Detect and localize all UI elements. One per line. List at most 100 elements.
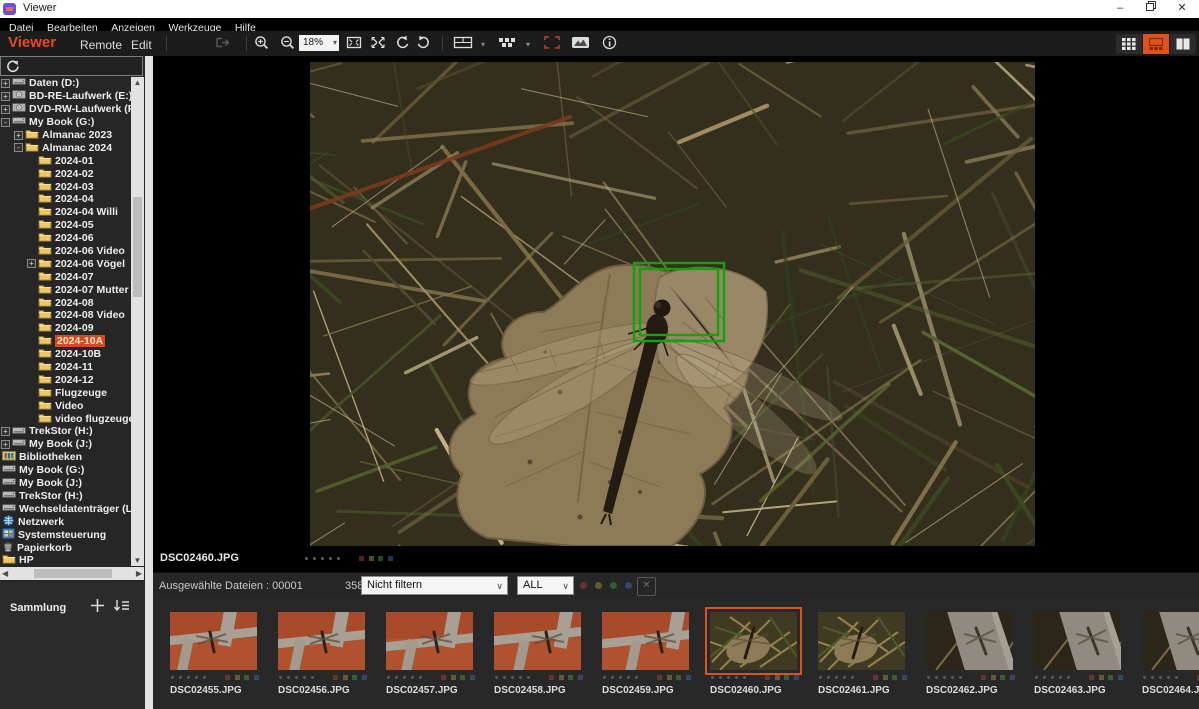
rating-dot[interactable] xyxy=(611,676,614,679)
thumbnail-image[interactable] xyxy=(494,612,581,670)
rating-dot[interactable] xyxy=(1035,676,1038,679)
label-color-tag[interactable] xyxy=(559,675,564,680)
add-collection-button[interactable] xyxy=(90,598,105,618)
label-color-tag[interactable] xyxy=(362,675,367,680)
expander-icon[interactable]: + xyxy=(1,105,10,114)
rating-dot[interactable] xyxy=(187,676,190,679)
label-color-tag[interactable] xyxy=(765,675,770,680)
thumbnail-dsc02455[interactable]: DSC02455.JPG xyxy=(170,598,274,709)
label-color-tag[interactable] xyxy=(1108,675,1113,680)
rating-dot[interactable] xyxy=(727,676,730,679)
thumbnail-dsc02459[interactable]: DSC02459.JPG xyxy=(602,598,706,709)
thumbnail-rating-labels[interactable] xyxy=(1035,675,1127,680)
label-color-tag[interactable] xyxy=(352,675,357,680)
chevron-down-icon[interactable]: ▾ xyxy=(481,40,485,49)
label-color-tag[interactable] xyxy=(794,675,799,680)
rating-dot[interactable] xyxy=(303,676,306,679)
label-color-tag[interactable] xyxy=(1089,675,1094,680)
tree-item-almanac-2023[interactable]: +Almanac 2023 xyxy=(0,129,131,142)
expander-icon[interactable]: - xyxy=(14,143,23,152)
tree-item-my-book-g-[interactable]: My Book (G:) xyxy=(0,464,131,477)
label-color-tag[interactable] xyxy=(686,675,691,680)
tree-item-2024-06[interactable]: 2024-06 xyxy=(0,232,131,245)
restore-button[interactable] xyxy=(1136,0,1166,17)
expander-icon[interactable]: + xyxy=(14,131,23,140)
thumbnail-dsc02456[interactable]: DSC02456.JPG xyxy=(278,598,382,709)
rating-dot[interactable] xyxy=(935,676,938,679)
rating-dot[interactable] xyxy=(387,676,390,679)
label-color-tag[interactable] xyxy=(388,556,393,561)
thumbnail-dsc02458[interactable]: DSC02458.JPG xyxy=(494,598,598,709)
thumbnail-dsc02462[interactable]: DSC02462.JPG xyxy=(926,598,1030,709)
label-color-tag[interactable] xyxy=(595,582,602,589)
rating-dot[interactable] xyxy=(495,676,498,679)
scroll-up-arrow[interactable]: ▲ xyxy=(131,78,144,87)
thumbnail-grid-view-button[interactable] xyxy=(1116,34,1142,54)
rating-dot[interactable] xyxy=(827,676,830,679)
label-color-tag[interactable] xyxy=(610,582,617,589)
thumbnail-dsc02461[interactable]: DSC02461.JPG xyxy=(818,598,922,709)
rating-dot[interactable] xyxy=(851,676,854,679)
rating-dot[interactable] xyxy=(1059,676,1062,679)
thumbnail-dsc02464[interactable]: DSC02464.JPG xyxy=(1142,598,1199,709)
tree-vertical-scrollbar[interactable]: ▲ ▼ xyxy=(131,77,144,566)
label-color-tag[interactable] xyxy=(625,582,632,589)
rating-dot[interactable] xyxy=(1159,676,1162,679)
label-color-tag[interactable] xyxy=(369,556,374,561)
scrollbar-thumb[interactable] xyxy=(34,569,112,578)
tree-item-2024-12[interactable]: 2024-12 xyxy=(0,373,131,386)
tree-item-2024-06-video[interactable]: 2024-06 Video xyxy=(0,245,131,258)
label-color-tag[interactable] xyxy=(470,675,475,680)
label-color-tag[interactable] xyxy=(892,675,897,680)
tree-item-2024-04[interactable]: 2024-04 xyxy=(0,193,131,206)
label-color-tag[interactable] xyxy=(333,675,338,680)
fit-screen-icon[interactable] xyxy=(345,35,363,55)
tree-item-wechseldatentr-ger-l-[interactable]: Wechseldatenträger (L:) xyxy=(0,502,131,515)
rating-dot[interactable] xyxy=(337,557,340,560)
minimize-button[interactable]: – xyxy=(1105,0,1135,17)
rating-dot[interactable] xyxy=(819,676,822,679)
rotate-left-icon[interactable] xyxy=(395,35,410,56)
zoom-out-icon[interactable] xyxy=(280,35,296,56)
rating-dot[interactable] xyxy=(295,676,298,679)
image-rating-labels[interactable] xyxy=(305,556,397,561)
tree-item-trekstor-h-[interactable]: TrekStor (H:) xyxy=(0,490,131,503)
thumbnail-dsc02463[interactable]: DSC02463.JPG xyxy=(1034,598,1138,709)
label-color-tag[interactable] xyxy=(235,675,240,680)
thumbnail-image[interactable] xyxy=(1142,612,1199,670)
label-color-tag[interactable] xyxy=(873,675,878,680)
rating-dot[interactable] xyxy=(321,557,324,560)
chevron-down-icon[interactable]: ▾ xyxy=(526,40,530,49)
label-color-tag[interactable] xyxy=(902,675,907,680)
zoom-level-select[interactable]: 18% ▾ xyxy=(299,35,339,51)
label-color-tag[interactable] xyxy=(460,675,465,680)
rating-dot[interactable] xyxy=(305,557,308,560)
tree-item-my-book-g-[interactable]: -My Book (G:) xyxy=(0,116,131,129)
scroll-left-arrow[interactable]: ◀ xyxy=(2,569,8,578)
tree-item-almanac-2024[interactable]: -Almanac 2024 xyxy=(0,141,131,154)
rating-dot[interactable] xyxy=(311,676,314,679)
label-color-tag[interactable] xyxy=(667,675,672,680)
scrollbar-thumb[interactable] xyxy=(133,197,142,297)
rating-dot[interactable] xyxy=(195,676,198,679)
thumbnail-image[interactable] xyxy=(170,612,257,670)
rating-dot[interactable] xyxy=(519,676,522,679)
rating-dot[interactable] xyxy=(927,676,930,679)
label-color-tag[interactable] xyxy=(991,675,996,680)
label-color-tag[interactable] xyxy=(981,675,986,680)
label-color-tag[interactable] xyxy=(568,675,573,680)
rating-dot[interactable] xyxy=(527,676,530,679)
tree-item-bibliotheken[interactable]: Bibliotheken xyxy=(0,451,131,464)
thumbnail-image[interactable] xyxy=(602,612,689,670)
two-pane-view-button[interactable] xyxy=(1170,34,1196,54)
label-color-tag[interactable] xyxy=(657,675,662,680)
thumbnail-rating-labels[interactable] xyxy=(495,675,587,680)
thumbnail-dsc02460[interactable]: DSC02460.JPG xyxy=(710,598,814,709)
rating-dot[interactable] xyxy=(603,676,606,679)
thumbnail-rating-labels[interactable] xyxy=(387,675,479,680)
label-color-tag[interactable] xyxy=(1099,675,1104,680)
label-color-filter[interactable] xyxy=(580,582,640,589)
rating-dot[interactable] xyxy=(287,676,290,679)
export-icon[interactable] xyxy=(214,35,232,55)
rating-dot[interactable] xyxy=(843,676,846,679)
